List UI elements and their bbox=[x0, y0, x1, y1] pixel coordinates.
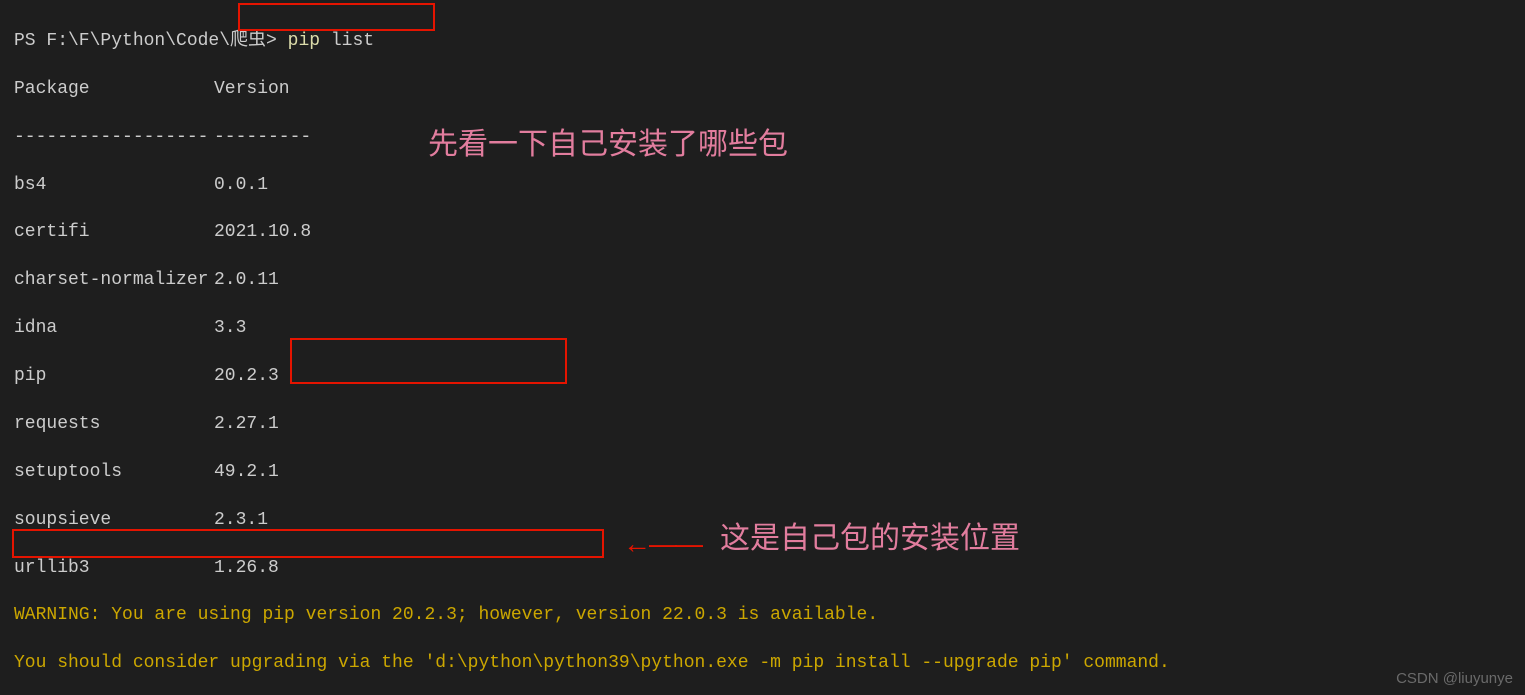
cmd-pip-1: pip bbox=[288, 31, 320, 51]
pkg-version: 2021.10.8 bbox=[214, 222, 311, 242]
pkg-name: charset-normalizer bbox=[14, 269, 214, 293]
pkg-divider: --------------------------- bbox=[14, 126, 1511, 150]
pkg-version: 2.0.11 bbox=[214, 270, 279, 290]
pkg-row: requests2.27.1 bbox=[14, 413, 1511, 437]
warning-line-1: WARNING: You are using pip version 20.2.… bbox=[14, 604, 1511, 628]
pkg-row: bs40.0.1 bbox=[14, 174, 1511, 198]
pkg-version: 49.2.1 bbox=[214, 462, 279, 482]
watermark: CSDN @liuyunye bbox=[1396, 670, 1513, 687]
pkg-version: 1.26.8 bbox=[214, 558, 279, 578]
pkg-version: 3.3 bbox=[214, 318, 246, 338]
prompt-line-1: PS F:\F\Python\Code\爬虫> pip list bbox=[14, 30, 1511, 54]
warning-line-2: You should consider upgrading via the 'd… bbox=[14, 652, 1511, 676]
pkg-row: certifi2021.10.8 bbox=[14, 221, 1511, 245]
pkg-name: soupsieve bbox=[14, 509, 214, 533]
pkg-row: setuptools49.2.1 bbox=[14, 461, 1511, 485]
pkg-version: 2.3.1 bbox=[214, 510, 268, 530]
pkg-name: setuptools bbox=[14, 461, 214, 485]
pkg-name: certifi bbox=[14, 221, 214, 245]
ps-prefix: PS bbox=[14, 31, 46, 51]
pkg-version: 2.27.1 bbox=[214, 414, 279, 434]
pkg-row: pip20.2.3 bbox=[14, 365, 1511, 389]
cmd-args-1: list bbox=[320, 31, 374, 51]
pkg-row: soupsieve2.3.1 bbox=[14, 509, 1511, 533]
cwd-path: F:\F\Python\Code\爬虫 bbox=[46, 31, 266, 51]
pkg-row: idna3.3 bbox=[14, 317, 1511, 341]
pkg-version: 20.2.3 bbox=[214, 366, 279, 386]
pkg-name: idna bbox=[14, 317, 214, 341]
pkg-row: urllib31.26.8 bbox=[14, 557, 1511, 581]
pkg-name: requests bbox=[14, 413, 214, 437]
header-package: Package bbox=[14, 78, 214, 102]
pkg-row: charset-normalizer2.0.11 bbox=[14, 269, 1511, 293]
pkg-name: bs4 bbox=[14, 174, 214, 198]
pkg-version: 0.0.1 bbox=[214, 175, 268, 195]
terminal-output[interactable]: PS F:\F\Python\Code\爬虫> pip list Package… bbox=[0, 0, 1525, 695]
pkg-name: urllib3 bbox=[14, 557, 214, 581]
pkg-name: pip bbox=[14, 365, 214, 389]
header-version: Version bbox=[214, 79, 290, 99]
divider-ver: --------- bbox=[214, 127, 311, 147]
pkg-header: PackageVersion bbox=[14, 78, 1511, 102]
divider-pkg: ------------------ bbox=[14, 126, 214, 150]
prompt-gt: > bbox=[266, 31, 288, 51]
